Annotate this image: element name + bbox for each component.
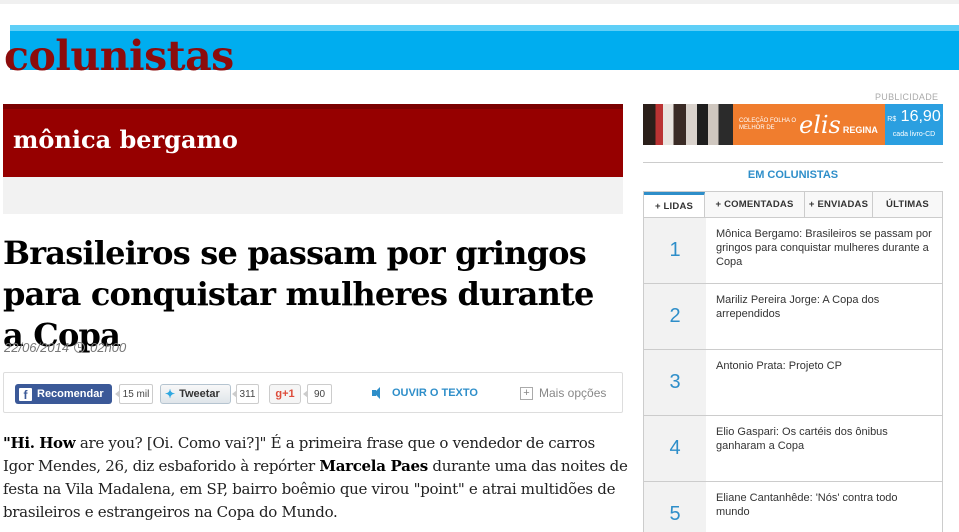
article-dateline: 22/06/2014 02h00 (4, 340, 126, 355)
ad-banner[interactable]: COLEÇÃO FOLHA O MELHOR DE elis REGINA R$… (643, 104, 943, 145)
list-item[interactable]: 3 Antonio Prata: Projeto CP (644, 349, 942, 415)
listen-text-button[interactable]: OUVIR O TEXTO (372, 387, 478, 399)
twitter-bird-icon: ✦ (165, 387, 176, 401)
list-item[interactable]: 4 Elio Gaspari: Os cartéis dos ônibus ga… (644, 415, 942, 481)
ad-price-prefix: R$ (887, 116, 897, 123)
ranking-title: EM COLUNISTAS (747, 169, 839, 181)
ranking-list: 1 Mônica Bergamo: Brasileiros se passam … (643, 217, 943, 532)
rank-number: 3 (644, 350, 706, 415)
rank-number: 1 (644, 218, 706, 283)
tab-most-read[interactable]: + LIDAS (644, 192, 705, 217)
facebook-icon: f (19, 387, 32, 401)
rank-link[interactable]: Eliane Cantanhêde: 'Nós' contra todo mun… (706, 482, 942, 532)
tab-most-sent[interactable]: + ENVIADAS (805, 192, 873, 217)
tab-most-commented[interactable]: + COMENTADAS (705, 192, 805, 217)
rank-link[interactable]: Elio Gaspari: Os cartéis dos ônibus ganh… (706, 416, 942, 481)
top-rule (0, 0, 959, 4)
columnist-subbar (3, 177, 623, 214)
ad-brand-sub: REGINA (842, 124, 878, 135)
rank-number: 4 (644, 416, 706, 481)
more-options-label: Mais opções (539, 386, 607, 400)
body-quote-start: "Hi. (3, 434, 35, 452)
facebook-label: Recomendar (37, 388, 104, 400)
google-plus-button[interactable]: g+1 (269, 384, 301, 404)
body-quote-how: How (39, 434, 76, 452)
article-date: 22/06/2014 (4, 340, 70, 355)
list-item[interactable]: 2 Mariliz Pereira Jorge: A Copa dos arre… (644, 283, 942, 349)
rank-link[interactable]: Antonio Prata: Projeto CP (706, 350, 942, 415)
ranking-divider (643, 162, 943, 163)
article-headline: Brasileiros se passam por gringos para c… (3, 234, 594, 354)
list-item[interactable]: 5 Eliane Cantanhêde: 'Nós' contra todo m… (644, 481, 942, 532)
section-title[interactable]: colunistas (4, 30, 234, 82)
rank-link[interactable]: Mariliz Pereira Jorge: A Copa dos arrepe… (706, 284, 942, 349)
ad-label: PUBLICIDADE (875, 92, 939, 102)
ad-brand: elis (799, 110, 841, 139)
tweet-button[interactable]: ✦ Tweetar (160, 384, 231, 404)
facebook-recommend-button[interactable]: f Recomendar (15, 384, 112, 404)
ad-price-box: R$ 16,90 cada livro-CD (885, 104, 943, 145)
google-plus-count: 90 (303, 384, 332, 404)
rank-link[interactable]: Mônica Bergamo: Brasileiros se passam po… (706, 218, 942, 283)
share-toolbar: f Recomendar 15 mil ✦ Tweetar 311 g+1 90… (3, 372, 623, 413)
ad-price-note: cada livro-CD (892, 131, 936, 138)
rank-number: 2 (644, 284, 706, 349)
rank-number: 5 (644, 482, 706, 532)
speaker-icon (372, 387, 386, 399)
facebook-count: 15 mil (115, 384, 153, 404)
list-item[interactable]: 1 Mônica Bergamo: Brasileiros se passam … (644, 217, 942, 283)
ad-photo-strip (643, 104, 733, 145)
twitter-count: 311 (232, 384, 259, 404)
article-time: 02h00 (90, 340, 127, 355)
columnist-name[interactable]: mônica bergamo (13, 125, 238, 154)
plus-icon: + (520, 386, 533, 400)
tweet-label: Tweetar (179, 388, 220, 400)
clock-icon (74, 342, 86, 353)
reporter-name[interactable]: Marcela Paes (319, 457, 428, 475)
tab-latest[interactable]: ÚLTIMAS (873, 192, 942, 217)
ad-price-value: 16,90 (900, 108, 941, 125)
more-options-button[interactable]: + Mais opções (520, 386, 606, 400)
article-body: "Hi. How are you? [Oi. Como vai?]" É a p… (3, 432, 628, 524)
listen-label: OUVIR O TEXTO (392, 387, 478, 399)
ranking-tabs: + LIDAS + COMENTADAS + ENVIADAS ÚLTIMAS (643, 191, 943, 218)
ad-collection-text: COLEÇÃO FOLHA O MELHOR DE (739, 117, 797, 131)
